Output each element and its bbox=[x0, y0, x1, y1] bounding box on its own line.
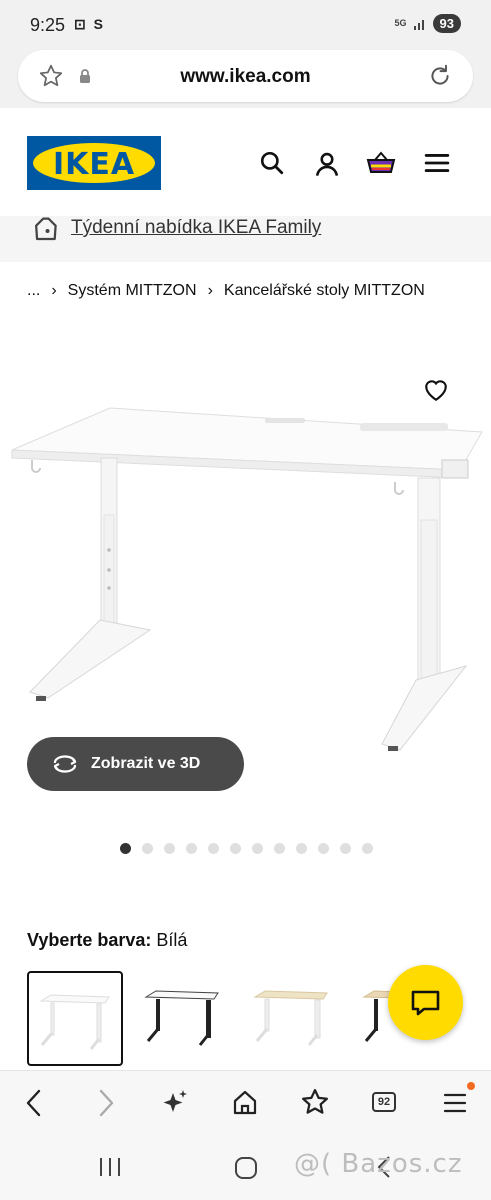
status-time: 9:25 bbox=[30, 15, 66, 35]
search-icon[interactable] bbox=[259, 150, 285, 176]
signal-icon bbox=[413, 19, 424, 30]
breadcrumb-ellipsis[interactable]: ... bbox=[27, 282, 40, 300]
site-header: IKEA bbox=[0, 108, 491, 216]
watermark: @( Bazos.cz bbox=[294, 1149, 463, 1179]
chat-button[interactable] bbox=[388, 965, 463, 1040]
menu-icon[interactable] bbox=[424, 150, 450, 176]
breadcrumb: ... › Systém MITTZON › Kancelářské stoly… bbox=[27, 282, 425, 300]
swatch-birch-white[interactable] bbox=[245, 971, 341, 1066]
color-select-label: Vyberte barva: bbox=[27, 930, 152, 950]
color-select-value: Bílá bbox=[156, 930, 188, 950]
breadcrumb-item-mittzon-system[interactable]: Systém MITTZON bbox=[68, 282, 197, 300]
color-select-heading: Vyberte barva: Bílá bbox=[27, 930, 187, 951]
recent-apps-icon[interactable] bbox=[98, 1156, 122, 1178]
sparkle-icon[interactable] bbox=[162, 1087, 190, 1117]
swatch-white-black[interactable] bbox=[136, 971, 232, 1066]
status-notification-icons: ⊡ S bbox=[74, 16, 105, 32]
swatch-birch-white-image bbox=[253, 990, 328, 1046]
carousel-dot[interactable] bbox=[120, 843, 131, 854]
tag-icon bbox=[35, 217, 57, 241]
basket-icon[interactable] bbox=[366, 150, 396, 178]
home-button-icon[interactable] bbox=[234, 1156, 258, 1180]
carousel-dot[interactable] bbox=[164, 843, 175, 854]
address-bar[interactable]: www.ikea.com bbox=[18, 50, 473, 102]
status-right-group: 5G 93 bbox=[395, 14, 461, 33]
chat-icon bbox=[411, 990, 440, 1016]
battery-indicator: 93 bbox=[432, 14, 461, 33]
user-icon[interactable] bbox=[313, 150, 341, 178]
forward-icon[interactable] bbox=[94, 1087, 118, 1119]
browser-toolbar: www.ikea.com bbox=[0, 48, 491, 108]
carousel-dot[interactable] bbox=[186, 843, 197, 854]
carousel-dot[interactable] bbox=[362, 843, 373, 854]
chevron-right-icon: › bbox=[207, 282, 213, 299]
swatch-white[interactable] bbox=[27, 971, 123, 1066]
carousel-dot[interactable] bbox=[252, 843, 263, 854]
url-text: www.ikea.com bbox=[180, 66, 311, 87]
carousel-dot[interactable] bbox=[230, 843, 241, 854]
carousel-dots bbox=[120, 843, 373, 854]
network-type: 5G bbox=[394, 18, 407, 28]
swatch-white-black-image bbox=[144, 990, 219, 1046]
family-offer-link[interactable]: Týdenní nabídka IKEA Family bbox=[71, 217, 321, 239]
reload-icon[interactable] bbox=[427, 63, 453, 89]
more-menu-icon[interactable] bbox=[442, 1087, 468, 1117]
logo-text: IKEA bbox=[52, 147, 136, 182]
carousel-dot[interactable] bbox=[142, 843, 153, 854]
carousel-dot[interactable] bbox=[318, 843, 329, 854]
notification-dot bbox=[467, 1082, 475, 1090]
color-swatches bbox=[27, 971, 450, 1066]
carousel-dot[interactable] bbox=[296, 843, 307, 854]
heart-icon[interactable] bbox=[423, 378, 449, 402]
family-banner[interactable]: Týdenní nabídka IKEA Family bbox=[0, 216, 491, 262]
carousel-dot[interactable] bbox=[340, 843, 351, 854]
browser-bottom-bar bbox=[0, 1070, 491, 1134]
tabs-counter[interactable]: 92 bbox=[372, 1092, 396, 1112]
carousel-dot[interactable] bbox=[208, 843, 219, 854]
breadcrumb-item-mittzon-desks[interactable]: Kancelářské stoly MITTZON bbox=[224, 282, 425, 300]
carousel-dot[interactable] bbox=[274, 843, 285, 854]
view-3d-button[interactable]: Zobrazit ve 3D bbox=[27, 737, 244, 791]
rotate-3d-icon bbox=[53, 755, 77, 773]
view-3d-label: Zobrazit ve 3D bbox=[91, 755, 201, 772]
bookmarks-star-icon[interactable] bbox=[300, 1087, 330, 1117]
swatch-white-image bbox=[39, 994, 110, 1050]
home-icon[interactable] bbox=[232, 1087, 258, 1117]
ikea-logo[interactable]: IKEA bbox=[27, 136, 161, 190]
status-bar: 9:25 ⊡ S 5G 93 bbox=[0, 0, 491, 48]
back-icon[interactable] bbox=[22, 1087, 46, 1119]
chevron-right-icon: › bbox=[51, 282, 57, 299]
